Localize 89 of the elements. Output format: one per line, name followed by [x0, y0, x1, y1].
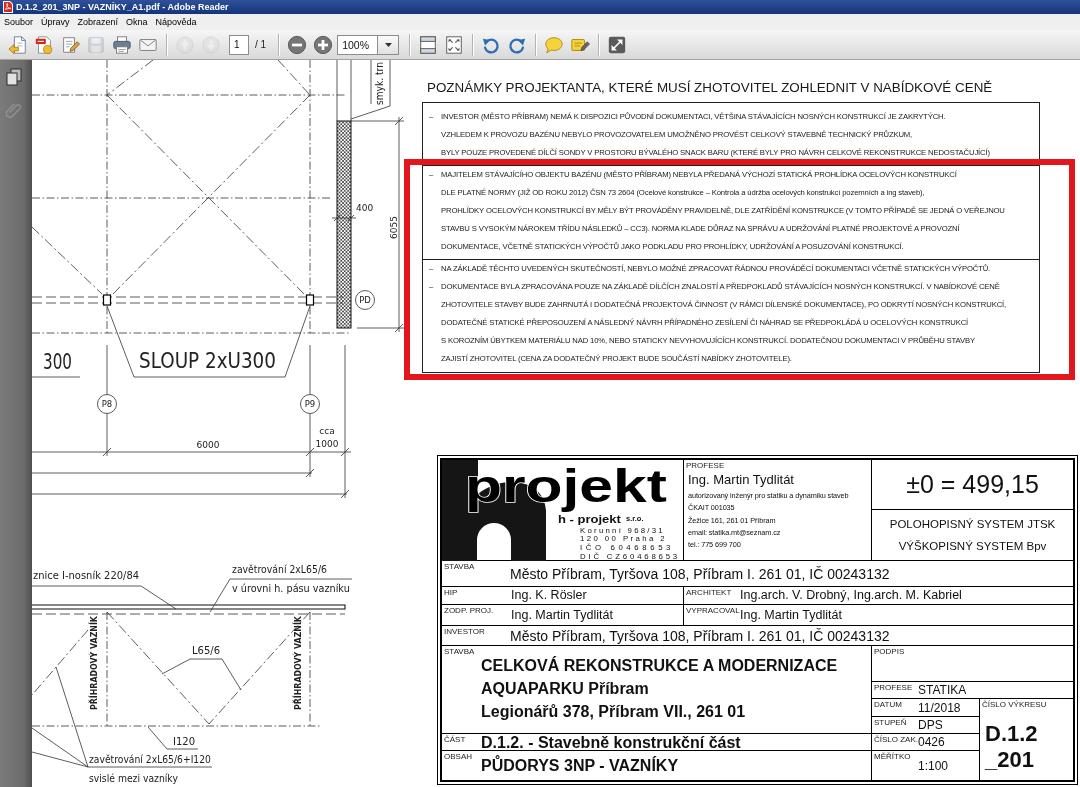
- field-label: ČÍSLO ZAK.: [873, 734, 918, 744]
- field-label: OBSAH: [443, 751, 473, 761]
- page-number-field[interactable]: 1: [229, 34, 249, 55]
- menu-item[interactable]: Nápověda: [151, 15, 201, 29]
- designer-name: Ing. Martin Tydlitát: [688, 473, 795, 487]
- speech-bubble-icon: [544, 34, 565, 55]
- label-underline: [32, 376, 81, 378]
- drawing-number: D.1.2 _201: [985, 721, 1039, 773]
- plus-icon: [313, 34, 334, 55]
- field-label: ČÍSLO VÝKRESU: [981, 699, 1048, 709]
- leader-line: [350, 60, 391, 120]
- minus-icon: [287, 34, 308, 55]
- field-label: STAVBA: [443, 646, 476, 656]
- dimension-label: 1000: [315, 439, 339, 449]
- caret-icon: [384, 42, 392, 47]
- elevation-value: ±0 = 499,15: [906, 470, 1039, 499]
- notes-heading: POZNÁMKY PROJEKTANTA, KTERÉ MUSÍ ZHOTOVITEL ZOHLEDNIT V NABÍDKOVÉ CENĚ: [427, 79, 994, 97]
- field-value: Ing.arch. V. Drobný, Ing.arch. M. Kabriel: [740, 588, 962, 603]
- label-underline: [166, 748, 199, 750]
- field-label: VYPRACOVAL: [685, 605, 740, 615]
- axis-marker: P8: [97, 394, 117, 414]
- pdf-app-icon: [3, 1, 13, 13]
- annotation-label: PŘÍHRADOVÝ VAZNÍK: [88, 616, 100, 710]
- pages-icon: [5, 68, 23, 86]
- field-label: PROFESE: [873, 682, 914, 692]
- project-title: CELKOVÁ REKONSTRUKCE A MODERNIZACE AQUAPARKU Příbram Legionářů 378, Příbram VII., 261 01: [481, 655, 838, 722]
- coordinate-system-text: POLOHOPISNÝ SYSTEM JTSK: [889, 517, 1056, 532]
- pencil-page-icon: [60, 34, 80, 55]
- field-value: 1:100: [918, 758, 949, 773]
- expand-arrows-icon: [607, 34, 628, 55]
- field-value: Město Příbram, Tyršova 108, Příbram I. 261 01, IČ 00243132: [510, 565, 890, 582]
- field-label: ČÁST: [443, 734, 467, 744]
- field-label: INVESTOR: [443, 626, 486, 636]
- field-value: D.1.2. - Stavebně konstrukční část: [481, 733, 741, 751]
- page-count-label: / 1: [255, 39, 267, 50]
- menu-item[interactable]: Úpravy: [37, 15, 74, 29]
- field-value: 11/2018: [918, 700, 961, 715]
- annotation-label: v úrovni h. pásu vazníku: [232, 582, 350, 595]
- zoom-dropdown-button[interactable]: [378, 34, 400, 55]
- annotation-label: zavětrování 2xL65/6: [232, 563, 327, 576]
- field-value: STATIKA: [918, 683, 967, 697]
- annotation-label: L65/6: [192, 645, 220, 656]
- printer-icon: [112, 34, 132, 55]
- dimension-label: cca: [319, 426, 335, 436]
- coordinate-system-text: VÝŠKOPISNÝ SYSTEM Bpv: [898, 539, 1047, 554]
- document-arrow-icon: [8, 34, 28, 55]
- annotation-label: znice I-nosník 220/84: [33, 569, 140, 581]
- annotation-label: 300: [43, 348, 72, 374]
- dimension-label: 6000: [196, 440, 220, 450]
- field-label: ZODP. PROJ.: [443, 605, 495, 615]
- field-value: DPS: [918, 718, 943, 732]
- column-marker: [305, 294, 315, 306]
- annotation-label: PŘÍHRADOVÝ VAZNÍK: [292, 616, 304, 710]
- field-value: Ing. Martin Tydlitát: [511, 607, 613, 623]
- field-label: DATUM: [873, 699, 903, 709]
- annotation-label: I120: [173, 736, 195, 747]
- company-name: h - projekt: [558, 512, 621, 526]
- axis-marker: PD: [355, 290, 375, 310]
- field-value: Ing. Martin Tydlitát: [740, 607, 842, 623]
- axis-marker: P9: [300, 394, 320, 414]
- dimension-label: 400: [356, 203, 374, 213]
- field-value: Město Příbram, Tyršova 108, Příbram I. 261 01, IČ 00243132: [510, 627, 890, 644]
- pdf-document-icon: [34, 34, 54, 55]
- window-title: D.1.2_201_3NP - VAZNÍKY_A1.pdf - Adobe Reader: [16, 1, 229, 13]
- zoom-field[interactable]: 100%: [337, 34, 379, 55]
- dimension-line: [331, 214, 357, 222]
- page-fit-icon: [444, 34, 465, 55]
- column-marker: [102, 294, 112, 306]
- menu-item[interactable]: Soubor: [0, 15, 38, 29]
- menu-item[interactable]: Zobrazení: [73, 15, 123, 29]
- field-label: STUPEŇ: [873, 717, 908, 727]
- field-value: PŮDORYS 3NP - VAZNÍKY: [481, 757, 679, 774]
- annotation-label: zavětrování 2xL65/6+I120: [89, 753, 211, 766]
- field-label: ARCHITEKT: [685, 587, 733, 597]
- field-label: STAVBA: [443, 561, 476, 571]
- leader-line: [147, 726, 168, 750]
- field-label: MĚŘÍTKO: [873, 751, 912, 761]
- menu-item[interactable]: Okna: [122, 15, 152, 29]
- annotation-label: svislé mezi vazníky: [89, 772, 178, 785]
- annotation-label: smyk. trn: [373, 62, 386, 105]
- field-label: PROFESE: [685, 460, 726, 470]
- dimension-label: 6055: [389, 216, 399, 239]
- page-width-icon: [418, 34, 439, 55]
- field-value: 0426: [918, 735, 945, 749]
- field-label: PODPIS: [873, 646, 906, 656]
- field-label: HIP: [443, 587, 459, 597]
- annotation-label: SLOUP 2xU300: [139, 347, 276, 374]
- leader-line: [209, 578, 231, 613]
- field-value: Ing. K. Rösler: [511, 588, 587, 603]
